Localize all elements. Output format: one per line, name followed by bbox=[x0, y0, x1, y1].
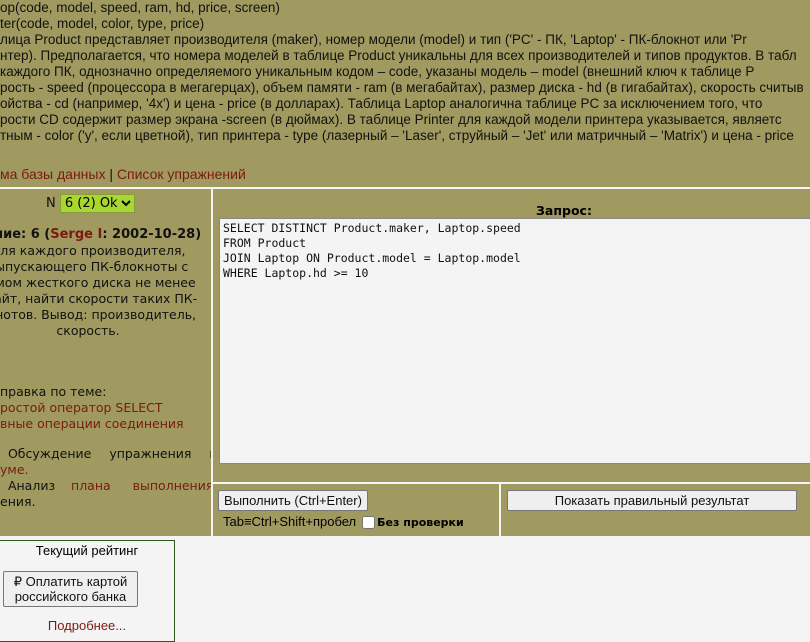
schema-line: нтер). Предполагается, что номера моделе… bbox=[0, 48, 797, 63]
no-check-label: Без проверки bbox=[377, 516, 464, 529]
divider bbox=[0, 187, 810, 189]
n-label: N bbox=[46, 196, 56, 211]
nav-links: ма базы данных | Список упражнений bbox=[0, 166, 246, 182]
schema-line: тным - color ('y', если цветной), тип пр… bbox=[0, 128, 794, 143]
plan-link[interactable]: плана выполнения bbox=[71, 478, 211, 493]
schema-line: ойства - cd (например, '4x') и цена - pr… bbox=[0, 96, 763, 111]
exercises-link[interactable]: Список упражнений bbox=[117, 166, 246, 182]
query-label: Запрос: bbox=[536, 203, 592, 218]
run-options: Tab≡Ctrl+Shift+пробел Без проверки bbox=[223, 514, 464, 530]
rating-label: Текущий рейтинг bbox=[35, 543, 139, 558]
show-result-button[interactable]: Показать правильный результат bbox=[507, 490, 797, 511]
select-help-link[interactable]: ростой оператор SELECT bbox=[0, 400, 162, 415]
task-text: Для каждого производителя, выпускающего … bbox=[0, 243, 198, 338]
schema-line: рость - speed (процессора в мегагерцах),… bbox=[0, 80, 804, 95]
schema-line: каждого ПК, однозначно определяемого уни… bbox=[0, 64, 755, 79]
pay-button[interactable]: ₽ Оплатить картой российского банка bbox=[3, 571, 138, 607]
task-description: дание: 6 (Serge I: 2002-10-28) Для каждо… bbox=[0, 226, 206, 339]
shortcut-hint: Tab≡Ctrl+Shift+пробел bbox=[223, 514, 357, 529]
task-panel: N 6 (2) Ok дание: 6 (Serge I: 2002-10-28… bbox=[0, 190, 211, 538]
rating-box: Текущий рейтинг ₽ Оплатить картой россий… bbox=[0, 540, 175, 642]
schema-line: op(code, model, speed, ram, hd, price, s… bbox=[0, 0, 280, 15]
exercise-select[interactable]: 6 (2) Ok bbox=[59, 194, 135, 213]
author-link[interactable]: Serge I bbox=[50, 227, 102, 242]
divider bbox=[499, 484, 501, 538]
no-check-checkbox[interactable] bbox=[362, 516, 376, 530]
join-help-link[interactable]: вные операции соединения bbox=[0, 416, 184, 431]
help-section: правка по теме: ростой оператор SELECT в… bbox=[0, 384, 211, 510]
query-input[interactable] bbox=[219, 218, 810, 464]
forum-link[interactable]: уме. bbox=[0, 462, 29, 477]
divider bbox=[213, 482, 810, 484]
separator: | bbox=[105, 166, 117, 182]
schema-line: ter(code, model, color, type, price) bbox=[0, 16, 205, 31]
schema-line: лица Product представляет производителя … bbox=[0, 32, 747, 47]
schema-line: рости CD содержит размер экрана -screen … bbox=[0, 112, 782, 127]
schema-description: op(code, model, speed, ram, hd, price, s… bbox=[0, 0, 810, 144]
schema-link[interactable]: ма базы данных bbox=[0, 166, 105, 182]
run-button[interactable]: Выполнить (Ctrl+Enter) bbox=[218, 490, 368, 511]
divider bbox=[211, 187, 213, 538]
